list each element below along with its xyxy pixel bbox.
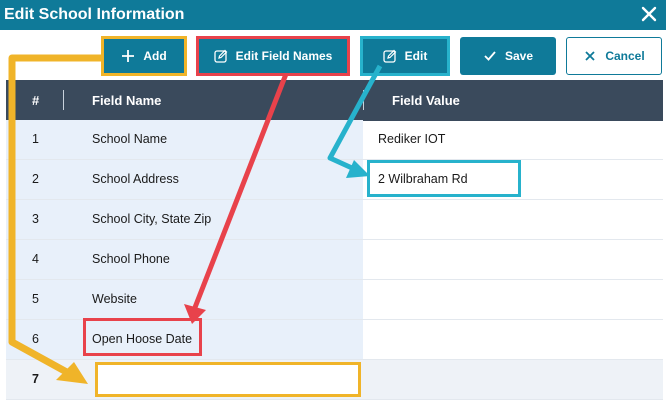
table-row[interactable]: 5 Website — [6, 280, 663, 320]
row-number: 2 — [32, 172, 39, 186]
table-header: # Field Name Field Value — [6, 80, 663, 121]
dialog-title: Edit School Information — [4, 6, 185, 23]
table-row[interactable]: 2 School Address 2 Wilbraham Rd — [6, 160, 663, 200]
table-row[interactable]: 4 School Phone — [6, 240, 663, 280]
row-number: 3 — [32, 212, 39, 226]
pencil-square-icon — [383, 49, 397, 63]
new-field-name-input[interactable] — [95, 362, 361, 397]
row-number: 1 — [32, 132, 39, 146]
row-number: 7 — [32, 372, 39, 386]
add-button[interactable]: Add — [102, 37, 186, 75]
field-value-cell[interactable]: 2 Wilbraham Rd — [378, 172, 468, 186]
cancel-button-label: Cancel — [605, 49, 645, 63]
close-icon[interactable] — [640, 5, 658, 23]
row-number: 4 — [32, 252, 39, 266]
field-name-cell[interactable]: School Phone — [92, 252, 170, 266]
column-header-field-name: Field Name — [92, 93, 162, 108]
dialog-title-bar: Edit School Information — [0, 0, 666, 30]
table-row[interactable]: 1 School Name Rediker IOT — [6, 120, 663, 160]
column-header-number: # — [32, 93, 40, 108]
edit-button[interactable]: Edit — [361, 37, 449, 75]
save-button[interactable]: Save — [460, 37, 556, 75]
column-divider — [63, 90, 64, 110]
edit-field-names-label: Edit Field Names — [235, 49, 333, 63]
row-number: 5 — [32, 292, 39, 306]
plus-icon — [122, 50, 135, 62]
x-icon — [585, 51, 595, 61]
field-value-cell[interactable]: Rediker IOT — [378, 132, 445, 146]
edit-field-names-button[interactable]: Edit Field Names — [197, 37, 349, 75]
row-number: 6 — [32, 332, 39, 346]
table-row[interactable]: 6 Open Hoose Date — [6, 320, 663, 360]
column-divider — [363, 90, 364, 110]
table-row[interactable]: 3 School City, State Zip — [6, 200, 663, 240]
edit-button-label: Edit — [404, 49, 428, 63]
column-header-field-value: Field Value — [392, 93, 460, 108]
field-name-cell[interactable]: Website — [92, 292, 137, 306]
field-name-cell[interactable]: School Address — [92, 172, 179, 186]
checkmark-icon — [484, 51, 496, 61]
save-button-label: Save — [504, 49, 534, 63]
add-button-label: Add — [143, 49, 167, 63]
field-name-cell[interactable]: Open Hoose Date — [92, 332, 192, 346]
field-name-cell[interactable]: School Name — [92, 132, 167, 146]
cancel-button[interactable]: Cancel — [566, 37, 662, 75]
field-name-cell[interactable]: School City, State Zip — [92, 212, 211, 226]
pencil-square-icon — [213, 49, 227, 63]
